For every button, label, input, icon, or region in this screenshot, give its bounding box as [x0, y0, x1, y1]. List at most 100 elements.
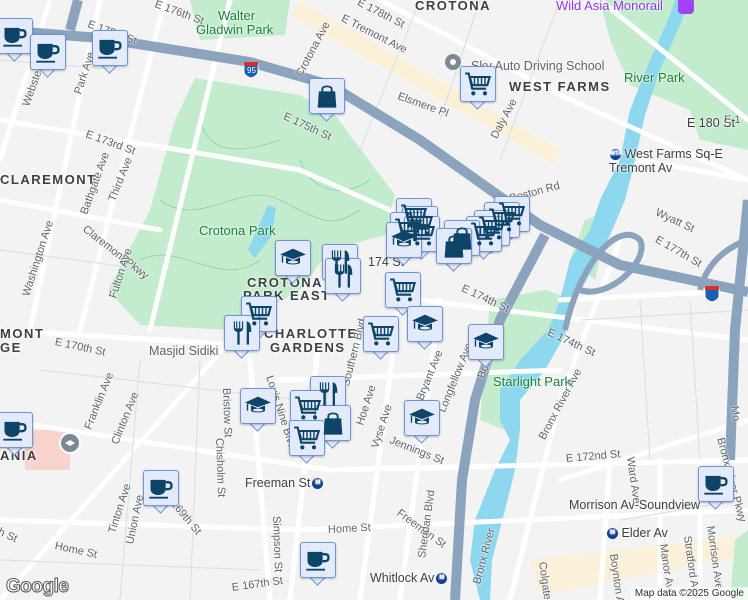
google-logo: Google — [5, 576, 69, 598]
shopping-bag-icon — [313, 82, 341, 110]
map-marker-coffee[interactable] — [92, 30, 128, 74]
park-label-river: River Park — [624, 70, 685, 85]
station-elder[interactable]: M Elder Av — [605, 526, 668, 540]
street-label: E 1 — [724, 114, 741, 126]
map-marker-restaurant[interactable] — [325, 258, 361, 302]
marker-box — [468, 324, 504, 360]
map-marker-graduation-cap[interactable] — [386, 222, 422, 266]
marker-box — [407, 306, 443, 342]
map-marker-shopping-cart[interactable] — [363, 316, 399, 360]
park-label-walter: Walter — [218, 8, 256, 23]
marker-box — [289, 420, 325, 456]
park-label-gladwin: Gladwin Park — [196, 22, 274, 37]
marker-box — [0, 18, 33, 54]
graduation-cap-icon — [390, 226, 418, 254]
marker-box — [309, 78, 345, 114]
marker-box — [30, 34, 66, 70]
map-marker-graduation-cap[interactable] — [240, 388, 276, 432]
shopping-cart-icon — [294, 394, 322, 422]
marker-box — [436, 228, 472, 264]
marker-box — [385, 272, 421, 308]
map-marker-shopping-bag[interactable] — [309, 78, 345, 122]
shopping-cart-icon — [367, 320, 395, 348]
marker-box — [300, 542, 336, 578]
street-label: Mo — [728, 405, 743, 422]
restaurant-icon — [329, 262, 357, 290]
neighborhood-partial-2: GE — [0, 340, 22, 355]
school-pin — [59, 432, 81, 454]
neighborhood-west-farms: WEST FARMS — [509, 79, 611, 94]
map-marker-shopping-bag[interactable] — [436, 228, 472, 272]
graduation-cap-icon — [411, 310, 439, 338]
park-label-crotona: Crotona Park — [199, 223, 276, 238]
marker-box — [325, 258, 361, 294]
coffee-icon — [304, 546, 332, 574]
poi-wild-asia-monorail[interactable]: Wild Asia Monorail — [556, 0, 663, 13]
driving-school-pin — [445, 54, 461, 70]
map-marker-graduation-cap[interactable] — [275, 240, 311, 284]
map-marker-graduation-cap[interactable] — [404, 400, 440, 444]
station-west-farms-line2: Tremont Av — [609, 161, 673, 175]
graduation-cap-icon — [472, 328, 500, 356]
shopping-cart-icon — [464, 70, 492, 98]
map-marker-coffee[interactable] — [30, 34, 66, 78]
station-label: West Farms Sq-E — [624, 147, 723, 161]
marker-box — [460, 66, 496, 102]
neighborhood-charlotte-gardens-2: GARDENS — [270, 340, 346, 355]
map-marker-coffee[interactable] — [0, 412, 33, 456]
marker-box — [0, 412, 33, 448]
station-whitlock[interactable]: Whitlock Av M — [370, 571, 448, 585]
map-marker-coffee[interactable] — [698, 466, 734, 510]
neighborhood-partial-1: MONT — [0, 326, 45, 341]
graduation-cap-icon — [408, 404, 436, 432]
street-label: Simpson St — [270, 515, 284, 573]
i95-shield-label: 95 — [247, 66, 256, 75]
station-west-farms[interactable]: MTA West Farms Sq-E — [608, 147, 723, 161]
coffee-icon — [1, 22, 29, 50]
station-label: Freeman St — [245, 476, 311, 490]
shopping-cart-icon — [293, 424, 321, 452]
station-label: Whitlock Av — [370, 571, 435, 585]
map-marker-restaurant[interactable] — [224, 315, 260, 359]
marker-box — [143, 470, 179, 506]
map-marker-shopping-cart[interactable] — [460, 66, 496, 110]
coffee-icon — [96, 34, 124, 62]
neighborhood-charlotte-gardens-1: CHARLOTTE — [264, 326, 358, 341]
map-marker-graduation-cap[interactable] — [468, 324, 504, 368]
coffee-icon — [147, 474, 175, 502]
graduation-cap-icon — [244, 392, 272, 420]
subway-icon: MTA — [610, 149, 623, 161]
map-canvas[interactable]: 95 CROTONA WEST FARMS CLAREMONT CROTONA … — [0, 0, 748, 600]
map-marker-graduation-cap[interactable] — [407, 306, 443, 350]
coffee-icon — [702, 470, 730, 498]
subway-icon: M — [436, 573, 448, 585]
neighborhood-crotona: CROTONA — [415, 0, 491, 13]
marker-box — [404, 400, 440, 436]
coffee-icon — [1, 416, 29, 444]
station-label: Elder Av — [621, 526, 668, 540]
marker-box — [92, 30, 128, 66]
marker-box — [363, 316, 399, 352]
shopping-cart-icon — [389, 276, 417, 304]
map-marker-coffee[interactable] — [300, 542, 336, 586]
marker-box — [240, 388, 276, 424]
shopping-bag-icon — [319, 409, 347, 437]
marker-box — [224, 315, 260, 351]
station-freeman[interactable]: Freeman St M — [245, 476, 324, 490]
street-label: Bristow St — [220, 387, 234, 438]
marker-box — [698, 466, 734, 502]
poi-masjid-sidiki[interactable]: Masjid Sidiki — [149, 344, 218, 358]
map-marker-shopping-cart[interactable] — [289, 420, 325, 464]
marker-box — [386, 222, 422, 258]
subway-icon: M — [312, 478, 324, 490]
coffee-icon — [34, 38, 62, 66]
map-marker-coffee[interactable] — [143, 470, 179, 514]
map-attribution[interactable]: Map data ©2025 Google — [630, 587, 748, 600]
street-label: Home St — [327, 521, 372, 536]
shopping-bag-icon — [440, 232, 468, 260]
map-marker-coffee[interactable] — [0, 18, 33, 62]
neighborhood-claremont: CLAREMONT — [0, 172, 97, 187]
street-label: Chisholm St — [213, 437, 228, 498]
restaurant-icon — [228, 319, 256, 347]
graduation-cap-icon — [279, 244, 307, 272]
